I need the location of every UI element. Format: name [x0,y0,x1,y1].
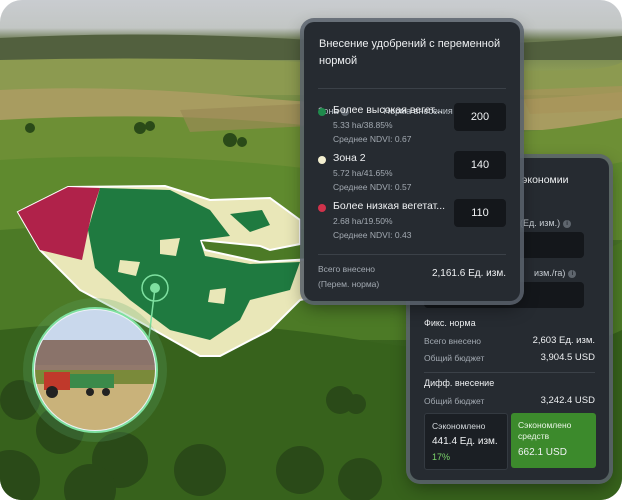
zone-row: Зона 2 5.72 ha/41.65% Среднее NDVI: 0.57… [318,151,518,204]
divider [318,254,506,255]
variable-rate-panel: Внесение удобрений с переменной нормой З… [304,22,520,301]
diff-budget-label: Общий бюджет [424,396,485,406]
diff-budget-value: 3,242.4 USD [540,395,595,406]
total-applied-value: 2,161.6 Ед. изм. [431,268,506,279]
rate-input[interactable]: 110 [454,199,506,227]
divider [318,88,506,89]
total-applied-label: Всего внесено (Перем. норма) [318,264,380,289]
saved-amount-card: Сэкономлено 441.4 Ед. изм. 17% [424,413,508,470]
zone-row: Более низкая вегетат... 2.68 ha/19.50% С… [318,199,518,252]
divider [424,372,595,373]
savings-panel-title: экономии [522,174,569,186]
zone-name: Зона 2 [333,152,366,164]
zone-name: Более высокая вегет... [333,104,443,116]
saved-percent: 17% [432,452,451,462]
zone-area: 2.68 ha/19.50% [333,216,393,226]
zone-name: Более низкая вегетат... [333,200,446,212]
fixed-total-value: 2,603 Ед. изм. [532,335,595,346]
panel-title: Внесение удобрений с переменной нормой [319,38,501,67]
saved-money-card: Сэкономлено средств 662.1 USD [511,413,596,468]
fixed-rate-title: Фикс. норма [424,318,476,328]
info-icon[interactable]: i [568,269,577,278]
saved-value: 441.4 Ед. изм. [432,436,498,447]
field2-label: изм./га) [534,268,566,278]
field-photo-background: экономии (Ед. изм.) i изм./га) i Фикс. нор… [0,0,622,500]
zone-ndvi: Среднее NDVI: 0.67 [333,134,412,144]
field1-label: (Ед. изм.) [520,218,561,228]
zone-area: 5.33 ha/38.85% [333,120,393,130]
saved-label: Сэкономлено [432,421,486,431]
saved-money-label: Сэкономлено средств [518,420,572,441]
zone-row: Более высокая вегет... 5.33 ha/38.85% Ср… [318,103,518,156]
zone-ndvi: Среднее NDVI: 0.43 [333,230,412,240]
fixed-budget-value: 3,904.5 USD [540,352,595,363]
rate-input[interactable]: 140 [454,151,506,179]
fixed-budget-label: Общий бюджет [424,353,485,363]
rate-input[interactable]: 200 [454,103,506,131]
zone-ndvi: Среднее NDVI: 0.57 [333,182,412,192]
zone-color-dot [318,108,326,116]
info-icon[interactable]: i [563,219,572,228]
fixed-total-label: Всего внесено [424,336,481,346]
zone-area: 5.72 ha/41.65% [333,168,393,178]
saved-money-value: 662.1 USD [518,447,567,458]
diff-rate-title: Дифф. внесение [424,378,495,388]
zone-color-dot [318,204,326,212]
zone-color-dot [318,156,326,164]
